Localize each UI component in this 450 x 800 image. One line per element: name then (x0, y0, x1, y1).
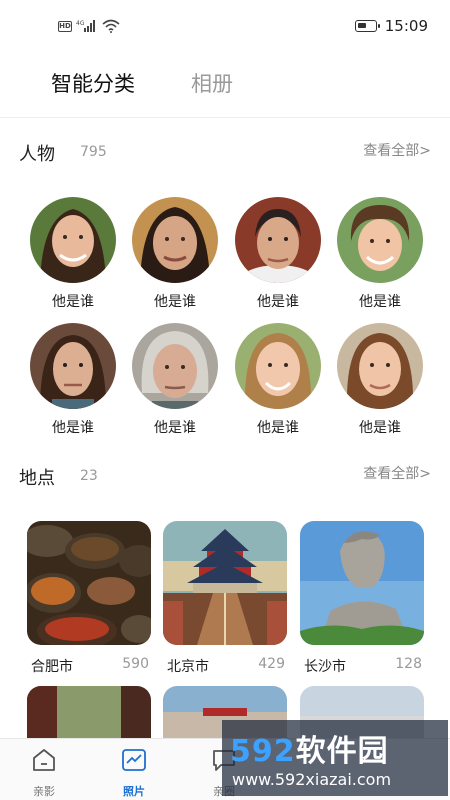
signal-icon: 4G (76, 20, 95, 32)
face-avatar (132, 197, 218, 283)
battery-icon (354, 20, 380, 32)
watermark-brand: 592软件园 (230, 734, 389, 769)
place-count: 128 (395, 656, 422, 672)
person-label: 他是谁 (257, 420, 299, 436)
place-name: 北京市 (167, 659, 209, 675)
person-card[interactable]: 他是谁 (129, 197, 221, 311)
places-count: 23 (80, 468, 98, 484)
places-view-all-link[interactable]: 查看全部> (363, 463, 431, 483)
place-card-hefei[interactable]: 合肥市 590 (27, 521, 151, 675)
person-label: 他是谁 (359, 294, 401, 310)
place-name: 长沙市 (304, 659, 346, 675)
person-card[interactable]: 他是谁 (334, 323, 426, 437)
watermark: 592软件园 www.592xiazai.com (222, 720, 448, 796)
top-tabs: 智能分类 相册 (0, 60, 450, 110)
person-label: 他是谁 (52, 294, 94, 310)
tab-smart-category[interactable]: 智能分类 (51, 68, 135, 98)
wifi-icon (102, 19, 120, 33)
places-title: 地点 (19, 468, 55, 489)
person-card[interactable]: 他是谁 (232, 323, 324, 437)
person-label: 他是谁 (359, 420, 401, 436)
face-avatar (30, 197, 116, 283)
photos-icon (122, 749, 146, 771)
status-right: 15:09 (354, 17, 428, 35)
place-thumbnail-partial[interactable] (27, 686, 151, 746)
status-bar: HD 4G 15:09 (0, 0, 450, 55)
person-label: 他是谁 (154, 420, 196, 436)
tab-album[interactable]: 相册 (191, 68, 233, 98)
person-label: 他是谁 (154, 294, 196, 310)
watermark-url: www.592xiazai.com (232, 770, 392, 789)
place-card-beijing[interactable]: 北京市 429 (163, 521, 287, 675)
status-left: HD 4G (58, 19, 120, 33)
face-avatar (337, 197, 423, 283)
place-name: 合肥市 (31, 659, 73, 675)
nav-label: 亲影 (33, 785, 55, 798)
face-avatar (132, 323, 218, 409)
person-label: 他是谁 (257, 294, 299, 310)
face-avatar (235, 197, 321, 283)
svg-text:4G: 4G (76, 20, 85, 27)
place-count: 429 (258, 656, 285, 672)
place-thumbnail (27, 521, 151, 645)
home-icon (33, 749, 55, 771)
nav-label: 照片 (123, 785, 145, 798)
people-view-all-link[interactable]: 查看全部> (363, 140, 431, 160)
face-avatar (337, 323, 423, 409)
person-label: 他是谁 (52, 420, 94, 436)
divider (0, 117, 450, 118)
place-card-changsha[interactable]: 长沙市 128 (300, 521, 424, 675)
people-title: 人物 (19, 144, 55, 165)
place-count: 590 (122, 656, 149, 672)
face-avatar (235, 323, 321, 409)
person-card[interactable]: 他是谁 (334, 197, 426, 311)
hd-icon: HD (58, 20, 72, 32)
place-thumbnail (300, 521, 424, 645)
nav-item-photos[interactable]: 照片 (104, 747, 164, 799)
place-thumbnail (163, 521, 287, 645)
person-card[interactable]: 他是谁 (27, 323, 119, 437)
clock: 15:09 (384, 17, 428, 35)
person-card[interactable]: 他是谁 (27, 197, 119, 311)
nav-item-qinying[interactable]: 亲影 (14, 747, 74, 799)
face-avatar (30, 323, 116, 409)
person-card[interactable]: 他是谁 (232, 197, 324, 311)
people-count: 795 (80, 144, 107, 160)
person-card[interactable]: 他是谁 (129, 323, 221, 437)
